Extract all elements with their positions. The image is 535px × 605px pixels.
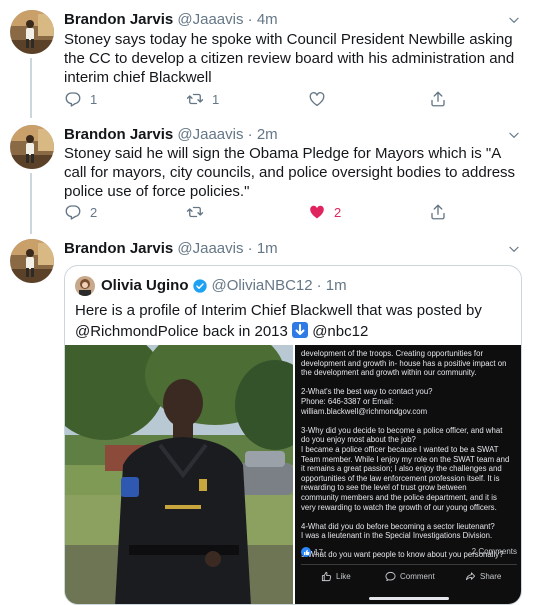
post-actions: Like Comment Share [295, 571, 521, 585]
thread-line [30, 173, 32, 234]
tweet-actions: 2 2 [64, 202, 504, 222]
thread-line [30, 58, 32, 118]
share-arrow-icon [465, 572, 476, 581]
facebook-post-screenshot[interactable]: development of the troops. Creating oppo… [295, 345, 521, 604]
avatar[interactable] [10, 10, 54, 54]
tweet-time[interactable]: · 2m [248, 126, 278, 143]
share-icon [429, 90, 447, 108]
author-name[interactable]: Brandon Jarvis [64, 240, 173, 257]
tweet-text: Stoney said he will sign the Obama Pledg… [64, 145, 516, 200]
share-icon [429, 203, 447, 221]
divider [301, 564, 517, 565]
verified-badge-icon [192, 279, 207, 293]
home-indicator [369, 597, 449, 600]
quote-text: Here is a profile of Interim Chief Black… [75, 300, 505, 342]
author-name[interactable]: Brandon Jarvis [64, 11, 173, 28]
retweet-icon [186, 203, 204, 221]
tweet-header: Brandon Jarvis @Jaaavis · 2m [64, 125, 278, 145]
tweet-1[interactable]: Brandon Jarvis @Jaaavis · 4m Stoney says… [0, 0, 535, 118]
author-name[interactable]: Brandon Jarvis [64, 126, 173, 143]
officer-photo[interactable] [65, 345, 293, 604]
avatar[interactable] [10, 239, 54, 283]
post-body: development of the troops. Creating oppo… [301, 349, 510, 560]
share-button[interactable] [429, 202, 447, 222]
tweet-time[interactable]: · 4m [248, 11, 278, 28]
comment-icon [385, 571, 396, 582]
avatar[interactable] [10, 125, 54, 169]
heart-icon [308, 90, 326, 108]
reply-button[interactable]: 1 [64, 89, 97, 109]
author-handle[interactable]: @Jaaavis [177, 126, 243, 143]
tweet-actions: 1 1 [64, 89, 504, 109]
comment-count[interactable]: 2 Comments [472, 547, 517, 556]
mention-link[interactable]: @nbc12 [312, 323, 368, 340]
quote-media[interactable]: development of the troops. Creating oppo… [65, 345, 521, 604]
tweet-text: Stoney says today he spoke with Council … [64, 31, 515, 86]
post-comment-button[interactable]: Comment [385, 571, 435, 582]
retweet-count: 1 [212, 91, 220, 107]
down-arrow-emoji-icon [292, 322, 309, 338]
reply-button[interactable]: 2 [64, 202, 97, 222]
chevron-down-icon[interactable] [507, 13, 521, 27]
post-share-button[interactable]: Share [465, 571, 501, 582]
author-handle[interactable]: @Jaaavis [177, 11, 243, 28]
quote-text-main: Here is a profile of Interim Chief Black… [75, 302, 482, 340]
chevron-down-icon[interactable] [507, 242, 521, 256]
like-reaction-icon [301, 547, 311, 557]
retweet-button[interactable]: 1 [186, 89, 219, 109]
chevron-down-icon[interactable] [507, 128, 521, 142]
author-handle[interactable]: @OliviaNBC12 [212, 276, 313, 296]
post-meta: 17 2 Comments [301, 547, 517, 561]
reply-count: 1 [90, 91, 98, 107]
author-handle[interactable]: @Jaaavis [177, 240, 243, 257]
tweet-time[interactable]: · 1m [248, 240, 278, 257]
author-name[interactable]: Olivia Ugino [101, 276, 189, 296]
reaction-count[interactable]: 17 [314, 548, 323, 557]
reply-icon [64, 203, 82, 221]
thumbs-up-icon [321, 571, 332, 582]
reply-icon [64, 90, 82, 108]
quoted-tweet[interactable]: Olivia Ugino @OliviaNBC12 · 1m Here is a… [64, 265, 522, 605]
retweet-icon [186, 90, 204, 108]
post-share-label: Share [480, 572, 502, 581]
reply-count: 2 [90, 204, 98, 220]
retweet-button[interactable] [186, 202, 212, 222]
like-button[interactable] [308, 89, 334, 109]
tweet-2[interactable]: Brandon Jarvis @Jaaavis · 2m Stoney said… [0, 118, 535, 234]
heart-filled-icon [308, 203, 326, 221]
tweet-header: Brandon Jarvis @Jaaavis · 1m [64, 239, 278, 259]
avatar[interactable] [75, 276, 95, 296]
like-button[interactable]: 2 [308, 202, 341, 222]
tweet-time[interactable]: · 1m [317, 276, 347, 296]
tweet-header: Brandon Jarvis @Jaaavis · 4m [64, 10, 278, 30]
post-like-button[interactable]: Like [321, 571, 351, 582]
like-count: 2 [334, 204, 342, 220]
quote-header: Olivia Ugino @OliviaNBC12 · 1m [101, 276, 347, 296]
share-button[interactable] [429, 89, 447, 109]
post-comment-label: Comment [400, 572, 435, 581]
post-like-label: Like [336, 572, 351, 581]
